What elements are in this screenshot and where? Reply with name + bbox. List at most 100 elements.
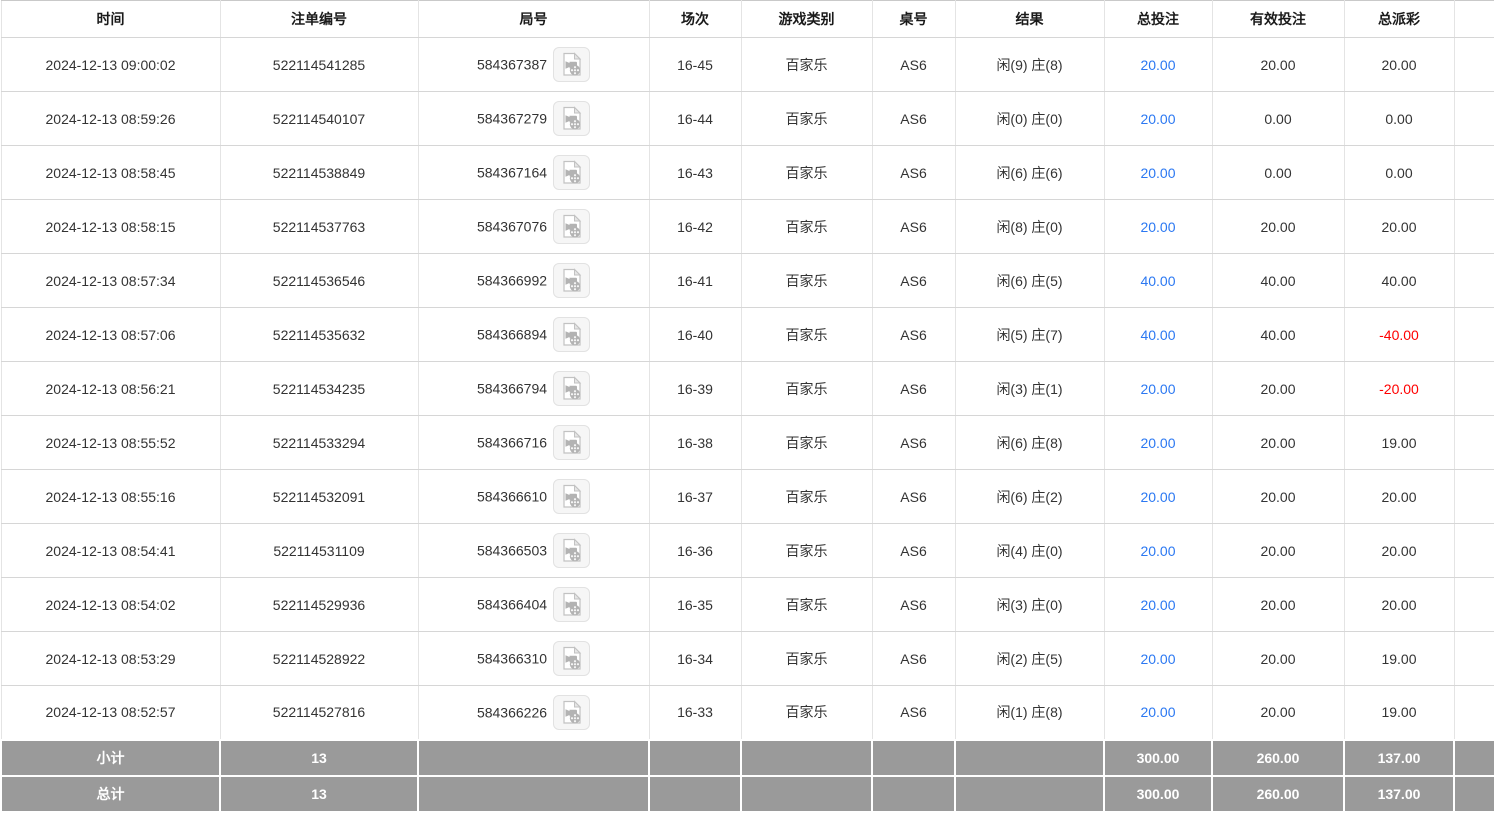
cell-session: 16-41 bbox=[649, 254, 741, 308]
cell-result: 闲(4) 庄(0) bbox=[955, 524, 1104, 578]
video-replay-button[interactable] bbox=[553, 209, 590, 244]
total-bet-link[interactable]: 20.00 bbox=[1140, 597, 1175, 613]
cell-total-payout: -20.00 bbox=[1344, 362, 1454, 416]
cell-extra bbox=[1454, 470, 1494, 524]
cell-bet-no: 522114540107 bbox=[220, 92, 418, 146]
cell-total-payout: 19.00 bbox=[1344, 632, 1454, 686]
cell-table-no: AS6 bbox=[872, 308, 955, 362]
subtotal-row: 小计 13 300.00 260.00 137.00 bbox=[1, 740, 1494, 776]
table-row: 2024-12-13 08:57:06 522114535632 5843668… bbox=[1, 308, 1494, 362]
cell-total-bet: 20.00 bbox=[1104, 416, 1212, 470]
total-bet-link[interactable]: 20.00 bbox=[1140, 111, 1175, 127]
total-bet-link[interactable]: 20.00 bbox=[1140, 704, 1175, 720]
total-bet-link[interactable]: 20.00 bbox=[1140, 435, 1175, 451]
subtotal-empty-cell bbox=[418, 740, 649, 776]
cell-round-no: 584366310 bbox=[418, 632, 649, 686]
cell-time: 2024-12-13 08:58:15 bbox=[1, 200, 220, 254]
cell-time: 2024-12-13 08:52:57 bbox=[1, 686, 220, 740]
subtotal-valid-bet: 260.00 bbox=[1212, 740, 1344, 776]
cell-total-payout: 19.00 bbox=[1344, 686, 1454, 740]
cell-time: 2024-12-13 08:58:45 bbox=[1, 146, 220, 200]
cell-valid-bet: 20.00 bbox=[1212, 38, 1344, 92]
subtotal-total-bet: 300.00 bbox=[1104, 740, 1212, 776]
cell-table-no: AS6 bbox=[872, 470, 955, 524]
cell-time: 2024-12-13 08:59:26 bbox=[1, 92, 220, 146]
total-bet-link[interactable]: 20.00 bbox=[1140, 489, 1175, 505]
video-replay-button[interactable] bbox=[553, 371, 590, 406]
cell-round-no: 584366404 bbox=[418, 578, 649, 632]
total-empty-cell bbox=[649, 776, 741, 812]
cell-valid-bet: 20.00 bbox=[1212, 524, 1344, 578]
total-bet-link[interactable]: 20.00 bbox=[1140, 57, 1175, 73]
cell-result: 闲(9) 庄(8) bbox=[955, 38, 1104, 92]
cell-session: 16-39 bbox=[649, 362, 741, 416]
cell-bet-no: 522114532091 bbox=[220, 470, 418, 524]
video-replay-button[interactable] bbox=[553, 317, 590, 352]
cell-valid-bet: 20.00 bbox=[1212, 362, 1344, 416]
video-file-icon bbox=[561, 268, 583, 293]
cell-round-no: 584367387 bbox=[418, 38, 649, 92]
subtotal-count: 13 bbox=[220, 740, 418, 776]
total-bet-link[interactable]: 20.00 bbox=[1140, 651, 1175, 667]
cell-session: 16-34 bbox=[649, 632, 741, 686]
video-replay-button[interactable] bbox=[553, 695, 590, 730]
cell-extra bbox=[1454, 308, 1494, 362]
cell-extra bbox=[1454, 416, 1494, 470]
cell-game-type: 百家乐 bbox=[741, 146, 872, 200]
total-empty-cell bbox=[872, 776, 955, 812]
cell-time: 2024-12-13 08:57:34 bbox=[1, 254, 220, 308]
total-bet-link[interactable]: 20.00 bbox=[1140, 165, 1175, 181]
cell-game-type: 百家乐 bbox=[741, 308, 872, 362]
cell-game-type: 百家乐 bbox=[741, 416, 872, 470]
table-row: 2024-12-13 08:54:41 522114531109 5843665… bbox=[1, 524, 1494, 578]
video-file-icon bbox=[561, 322, 583, 347]
cell-bet-no: 522114541285 bbox=[220, 38, 418, 92]
video-replay-button[interactable] bbox=[553, 425, 590, 460]
total-bet-link[interactable]: 40.00 bbox=[1140, 327, 1175, 343]
video-replay-button[interactable] bbox=[553, 533, 590, 568]
round-number: 584366226 bbox=[477, 704, 547, 720]
column-header-session: 场次 bbox=[649, 1, 741, 38]
cell-extra bbox=[1454, 686, 1494, 740]
table-row: 2024-12-13 08:58:45 522114538849 5843671… bbox=[1, 146, 1494, 200]
video-replay-button[interactable] bbox=[553, 587, 590, 622]
total-total-payout: 137.00 bbox=[1344, 776, 1454, 812]
cell-time: 2024-12-13 08:53:29 bbox=[1, 632, 220, 686]
total-bet-link[interactable]: 20.00 bbox=[1140, 219, 1175, 235]
total-bet-link[interactable]: 40.00 bbox=[1140, 273, 1175, 289]
cell-time: 2024-12-13 09:00:02 bbox=[1, 38, 220, 92]
subtotal-empty-cell bbox=[649, 740, 741, 776]
cell-bet-no: 522114536546 bbox=[220, 254, 418, 308]
cell-table-no: AS6 bbox=[872, 524, 955, 578]
cell-bet-no: 522114534235 bbox=[220, 362, 418, 416]
cell-valid-bet: 0.00 bbox=[1212, 92, 1344, 146]
video-replay-button[interactable] bbox=[553, 155, 590, 190]
cell-total-bet: 20.00 bbox=[1104, 146, 1212, 200]
video-replay-button[interactable] bbox=[553, 101, 590, 136]
cell-total-payout: 0.00 bbox=[1344, 92, 1454, 146]
video-replay-button[interactable] bbox=[553, 47, 590, 82]
total-empty-cell bbox=[741, 776, 872, 812]
round-number: 584367076 bbox=[477, 219, 547, 235]
total-bet-link[interactable]: 20.00 bbox=[1140, 543, 1175, 559]
video-replay-button[interactable] bbox=[553, 641, 590, 676]
cell-total-bet: 20.00 bbox=[1104, 362, 1212, 416]
video-replay-button[interactable] bbox=[553, 263, 590, 298]
cell-bet-no: 522114529936 bbox=[220, 578, 418, 632]
table-body: 2024-12-13 09:00:02 522114541285 5843673… bbox=[1, 38, 1494, 740]
cell-result: 闲(2) 庄(5) bbox=[955, 632, 1104, 686]
cell-game-type: 百家乐 bbox=[741, 632, 872, 686]
cell-table-no: AS6 bbox=[872, 362, 955, 416]
column-header-round-no: 局号 bbox=[418, 1, 649, 38]
cell-valid-bet: 20.00 bbox=[1212, 416, 1344, 470]
cell-table-no: AS6 bbox=[872, 632, 955, 686]
table-row: 2024-12-13 08:58:15 522114537763 5843670… bbox=[1, 200, 1494, 254]
video-file-icon bbox=[561, 376, 583, 401]
round-number: 584367164 bbox=[477, 165, 547, 181]
total-bet-link[interactable]: 20.00 bbox=[1140, 381, 1175, 397]
cell-extra bbox=[1454, 578, 1494, 632]
cell-round-no: 584367076 bbox=[418, 200, 649, 254]
video-replay-button[interactable] bbox=[553, 479, 590, 514]
cell-result: 闲(5) 庄(7) bbox=[955, 308, 1104, 362]
cell-time: 2024-12-13 08:55:52 bbox=[1, 416, 220, 470]
